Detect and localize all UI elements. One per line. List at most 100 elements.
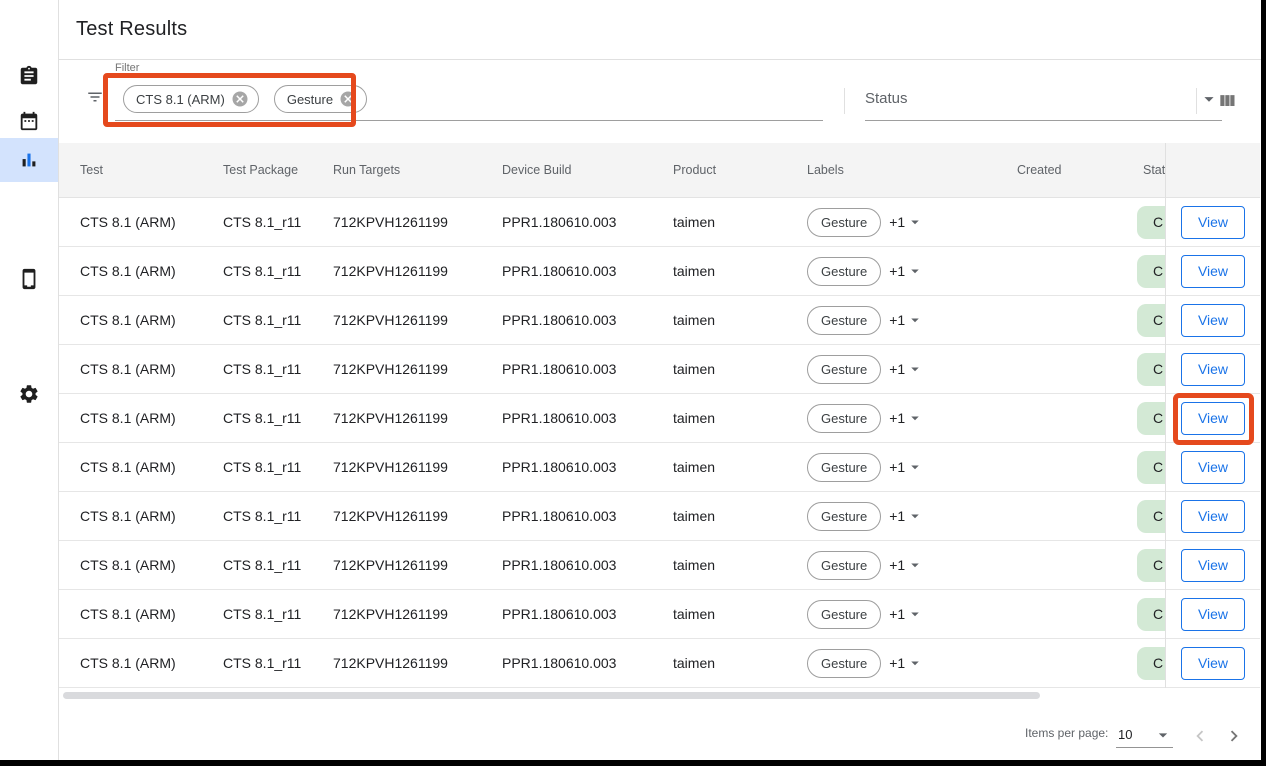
status-field-underline [865,120,1222,121]
filter-chip-gesture[interactable]: Gesture [274,85,367,113]
cell-labels: Gesture +1 [807,257,1017,286]
chevron-down-icon [906,507,924,525]
sidebar-item-schedule[interactable] [0,104,58,138]
cell-labels: Gesture +1 [807,404,1017,433]
next-page-button[interactable] [1223,725,1245,747]
view-button[interactable]: View [1181,353,1245,386]
status-filter-select[interactable]: Status [865,82,1222,121]
cell-test: CTS 8.1 (ARM) [80,459,223,475]
cancel-icon[interactable] [231,90,249,108]
table-footer: Items per page: 10 [59,688,1261,760]
view-button[interactable]: View [1181,451,1245,484]
view-cell: View [1166,639,1260,688]
cell-run-targets: 712KPVH1261199 [333,459,502,475]
cell-run-targets: 712KPVH1261199 [333,214,502,230]
filter-chips: CTS 8.1 (ARM) Gesture [123,85,367,113]
more-labels-dropdown[interactable]: +1 [889,654,924,672]
chevron-right-icon [1223,725,1245,747]
more-labels-dropdown[interactable]: +1 [889,605,924,623]
column-header-run-targets: Run Targets [333,163,502,177]
label-chip: Gesture [807,306,881,335]
previous-page-button[interactable] [1189,725,1211,747]
cell-product: taimen [673,214,807,230]
more-labels-dropdown[interactable]: +1 [889,409,924,427]
table-row: CTS 8.1 (ARM) CTS 8.1_r11 712KPVH1261199… [59,345,1165,394]
cell-product: taimen [673,557,807,573]
table-row: CTS 8.1 (ARM) CTS 8.1_r11 712KPVH1261199… [59,198,1165,247]
items-per-page-select[interactable]: 10 [1116,722,1173,748]
table-row: CTS 8.1 (ARM) CTS 8.1_r11 712KPVH1261199… [59,443,1165,492]
chevron-down-icon [906,213,924,231]
table-scroll-area[interactable]: Test Test Package Run Targets Device Bui… [59,143,1165,688]
label-chip: Gesture [807,257,881,286]
more-labels-dropdown[interactable]: +1 [889,213,924,231]
actions-column-cells: View View View View View View View View View View [1166,198,1260,688]
test-results-table: Test Test Package Run Targets Device Bui… [59,143,1261,688]
view-button[interactable]: View [1181,500,1245,533]
filter-field-underline [115,120,823,121]
actions-column-header [1166,143,1260,198]
view-button[interactable]: View [1181,206,1245,239]
table-body: CTS 8.1 (ARM) CTS 8.1_r11 712KPVH1261199… [59,198,1165,688]
cancel-icon[interactable] [339,90,357,108]
cell-test: CTS 8.1 (ARM) [80,263,223,279]
view-button[interactable]: View [1181,598,1245,631]
more-labels-dropdown[interactable]: +1 [889,311,924,329]
cell-test-package: CTS 8.1_r11 [223,508,333,524]
cell-test-package: CTS 8.1_r11 [223,459,333,475]
chevron-down-icon [906,311,924,329]
filter-chip-cts[interactable]: CTS 8.1 (ARM) [123,85,259,113]
column-settings-button[interactable] [1213,88,1241,116]
items-per-page-value: 10 [1116,727,1132,742]
sidebar-item-test-results[interactable] [0,138,58,182]
cell-run-targets: 712KPVH1261199 [333,312,502,328]
chevron-down-icon [906,654,924,672]
chevron-down-icon [906,409,924,427]
sidebar-item-devices[interactable] [0,262,58,296]
view-button[interactable]: View [1181,304,1245,337]
chevron-down-icon [906,360,924,378]
view-button[interactable]: View [1181,647,1245,680]
status-badge: C [1137,549,1165,582]
label-chip: Gesture [807,208,881,237]
more-labels-dropdown[interactable]: +1 [889,262,924,280]
cell-product: taimen [673,263,807,279]
status-badge: C [1137,353,1165,386]
cell-product: taimen [673,361,807,377]
cell-status: C [1137,402,1165,435]
table-row: CTS 8.1 (ARM) CTS 8.1_r11 712KPVH1261199… [59,296,1165,345]
view-button[interactable]: View [1181,402,1245,435]
label-chip: Gesture [807,551,881,580]
cell-test-package: CTS 8.1_r11 [223,557,333,573]
table-row: CTS 8.1 (ARM) CTS 8.1_r11 712KPVH1261199… [59,247,1165,296]
status-badge: C [1137,304,1165,337]
chevron-down-icon [906,556,924,574]
cell-status: C [1137,549,1165,582]
chevron-down-icon [906,458,924,476]
toolbar-divider [844,88,845,114]
sidebar-item-settings[interactable] [0,377,58,411]
cell-status: C [1137,598,1165,631]
more-labels-dropdown[interactable]: +1 [889,507,924,525]
label-chip: Gesture [807,355,881,384]
cell-status: C [1137,255,1165,288]
more-labels-dropdown[interactable]: +1 [889,458,924,476]
table-row: CTS 8.1 (ARM) CTS 8.1_r11 712KPVH1261199… [59,590,1165,639]
horizontal-scrollbar[interactable] [63,692,1040,699]
cell-device-build: PPR1.180610.003 [502,459,673,475]
column-header-labels: Labels [807,163,1017,177]
cell-run-targets: 712KPVH1261199 [333,557,502,573]
more-labels-dropdown[interactable]: +1 [889,556,924,574]
cell-product: taimen [673,312,807,328]
sidebar-item-test-plans[interactable] [0,59,58,93]
cell-product: taimen [673,606,807,622]
cell-device-build: PPR1.180610.003 [502,508,673,524]
table-row: CTS 8.1 (ARM) CTS 8.1_r11 712KPVH1261199… [59,639,1165,688]
cell-test: CTS 8.1 (ARM) [80,557,223,573]
view-button[interactable]: View [1181,255,1245,288]
view-cell: View [1166,345,1260,394]
cell-test-package: CTS 8.1_r11 [223,361,333,377]
cell-labels: Gesture +1 [807,306,1017,335]
more-labels-dropdown[interactable]: +1 [889,360,924,378]
view-button[interactable]: View [1181,549,1245,582]
